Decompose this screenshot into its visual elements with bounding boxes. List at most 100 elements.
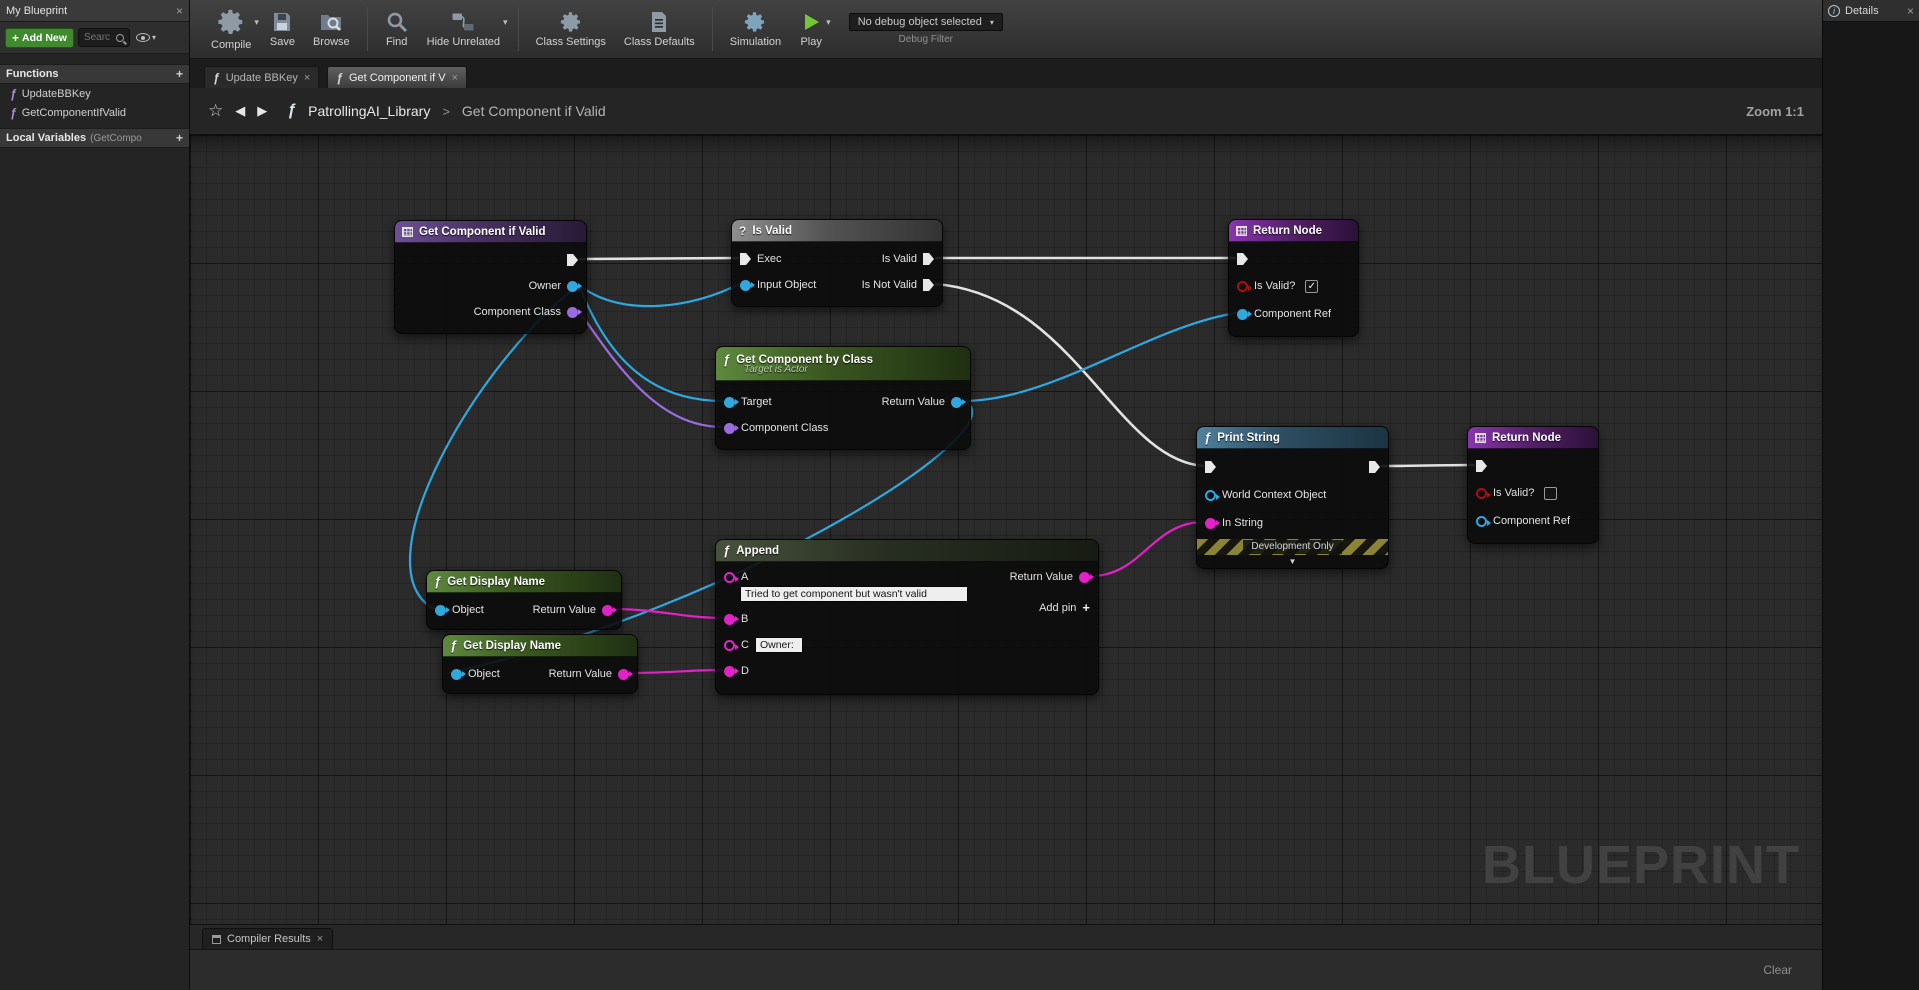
breadcrumb-page[interactable]: Get Component if Valid bbox=[462, 103, 606, 119]
function-item-getcomponentifvalid[interactable]: ƒ GetComponentIfValid bbox=[0, 103, 189, 122]
node-header[interactable]: ƒ Get Display Name bbox=[443, 635, 637, 657]
add-pin-button[interactable]: Add pin + bbox=[1039, 600, 1090, 615]
node-header[interactable]: Return Node bbox=[1468, 427, 1598, 449]
wire-displayname2-to-append-d[interactable] bbox=[629, 668, 724, 675]
target-pin[interactable] bbox=[724, 396, 739, 408]
back-arrow-icon[interactable]: ◀ bbox=[235, 103, 245, 119]
exec-in-pin[interactable] bbox=[1476, 460, 1487, 472]
add-new-button[interactable]: + Add New bbox=[5, 27, 74, 48]
close-icon[interactable]: × bbox=[1907, 4, 1914, 18]
component-ref-pin[interactable] bbox=[1476, 515, 1491, 527]
my-blueprint-tab[interactable]: My Blueprint × bbox=[0, 0, 189, 22]
node-print-string[interactable]: ƒ Print String World Context Object In S… bbox=[1196, 426, 1389, 569]
is-valid-bool-pin[interactable] bbox=[1237, 280, 1252, 292]
return-value-pin[interactable] bbox=[618, 668, 633, 680]
tab-update-bbkey[interactable]: ƒ Update BBKey × bbox=[204, 66, 320, 88]
function-item-updatebbkey[interactable]: ƒ UpdateBBKey bbox=[0, 84, 189, 103]
class-defaults-button[interactable]: Class Defaults bbox=[615, 7, 704, 51]
exec-in-pin[interactable] bbox=[1205, 461, 1216, 473]
wire-exec-printstring-to-return[interactable] bbox=[1380, 463, 1476, 468]
tab-get-component-if-valid[interactable]: ƒ Get Component if V × bbox=[327, 66, 468, 88]
close-icon[interactable]: × bbox=[317, 933, 323, 945]
component-class-pin[interactable] bbox=[567, 306, 582, 318]
compile-options-dropdown-icon[interactable]: ▾ bbox=[254, 17, 259, 28]
simulation-button[interactable]: Simulation bbox=[721, 7, 790, 51]
close-icon[interactable]: × bbox=[304, 72, 310, 84]
search-box[interactable] bbox=[77, 28, 130, 47]
exec-in-pin[interactable] bbox=[740, 253, 751, 265]
node-header[interactable]: Get Component if Valid bbox=[395, 221, 586, 243]
forward-arrow-icon[interactable]: ▶ bbox=[257, 103, 267, 119]
append-c-value-field[interactable] bbox=[754, 637, 803, 653]
hide-unrelated-dropdown-icon[interactable]: ▾ bbox=[503, 17, 508, 28]
pin-label: Return Value bbox=[548, 668, 612, 680]
node-header[interactable]: ƒ Get Component by Class Target is Actor bbox=[716, 347, 970, 381]
pin-a[interactable] bbox=[724, 571, 739, 583]
wire-append-to-instring[interactable] bbox=[1090, 520, 1205, 578]
node-header[interactable]: ƒ Get Display Name bbox=[427, 571, 621, 593]
exec-out-pin[interactable] bbox=[567, 254, 578, 266]
class-settings-button[interactable]: Class Settings bbox=[527, 7, 615, 51]
return-value-pin[interactable] bbox=[1079, 571, 1094, 583]
blueprint-graph-canvas[interactable]: BLUEPRINT Get Component if Valid Owner C… bbox=[190, 135, 1822, 924]
wire-displayname1-to-append-b[interactable] bbox=[613, 607, 724, 620]
play-options-dropdown-icon[interactable]: ▾ bbox=[826, 17, 831, 28]
breadcrumb-library[interactable]: PatrollingAI_Library bbox=[308, 103, 430, 119]
node-append[interactable]: ƒ Append A B C bbox=[715, 539, 1099, 695]
browse-button[interactable]: Browse bbox=[304, 7, 359, 51]
add-local-variable-button[interactable]: + bbox=[176, 131, 183, 145]
input-object-pin[interactable] bbox=[740, 279, 755, 291]
wire-owner-to-inputobject[interactable] bbox=[578, 283, 740, 308]
is-valid-exec-out-pin[interactable] bbox=[923, 253, 934, 265]
object-pin[interactable] bbox=[451, 668, 466, 680]
functions-section-header[interactable]: Functions + bbox=[0, 64, 189, 84]
exec-in-pin[interactable] bbox=[1237, 253, 1248, 265]
is-valid-checkbox-unchecked[interactable] bbox=[1544, 486, 1558, 500]
object-pin[interactable] bbox=[435, 604, 450, 616]
play-button[interactable]: Play bbox=[790, 7, 832, 51]
node-return-bottom[interactable]: Return Node Is Valid? Component Ref bbox=[1467, 426, 1599, 544]
is-not-valid-exec-out-pin[interactable] bbox=[923, 279, 934, 291]
node-header[interactable]: ? Is Valid bbox=[732, 220, 942, 242]
wire-exec-entry-to-isvalid[interactable] bbox=[578, 256, 740, 261]
clear-button[interactable]: Clear bbox=[1763, 963, 1792, 977]
node-get-display-name-1[interactable]: ƒ Get Display Name Object Return Value bbox=[426, 570, 622, 630]
pin-d[interactable] bbox=[724, 665, 739, 677]
is-valid-bool-pin[interactable] bbox=[1476, 487, 1491, 499]
expand-advanced-pins-button[interactable]: ▼ bbox=[1197, 555, 1388, 568]
favorite-star-icon[interactable]: ☆ bbox=[208, 101, 223, 121]
owner-pin[interactable] bbox=[567, 280, 582, 292]
node-return-top[interactable]: Return Node Is Valid? ✓ Component Ref bbox=[1228, 219, 1359, 337]
component-class-pin[interactable] bbox=[724, 422, 739, 434]
add-function-button[interactable]: + bbox=[176, 67, 183, 81]
is-valid-checkbox-checked[interactable]: ✓ bbox=[1305, 279, 1319, 293]
node-is-valid[interactable]: ? Is Valid Exec Is Valid Input Object Is… bbox=[731, 219, 943, 307]
close-icon[interactable]: × bbox=[452, 72, 458, 84]
compile-button[interactable]: Compile bbox=[202, 4, 260, 54]
visibility-filter-button[interactable]: ▾ bbox=[135, 33, 156, 42]
in-string-pin[interactable] bbox=[1205, 517, 1220, 529]
node-header[interactable]: ƒ Print String bbox=[1197, 427, 1388, 449]
node-get-component-by-class[interactable]: ƒ Get Component by Class Target is Actor… bbox=[715, 346, 971, 450]
component-ref-pin[interactable] bbox=[1237, 308, 1252, 320]
world-context-object-pin[interactable] bbox=[1205, 489, 1220, 501]
append-a-value-field[interactable] bbox=[740, 586, 968, 602]
close-icon[interactable]: × bbox=[176, 4, 183, 18]
node-header[interactable]: ƒ Append bbox=[716, 540, 1098, 562]
pin-b[interactable] bbox=[724, 613, 739, 625]
details-panel-header[interactable]: i Details × bbox=[1823, 0, 1919, 22]
find-button[interactable]: Find bbox=[376, 7, 418, 51]
hide-unrelated-button[interactable]: Hide Unrelated bbox=[418, 7, 509, 51]
exec-out-pin[interactable] bbox=[1369, 461, 1380, 473]
local-variables-section-header[interactable]: Local Variables (GetCompo + bbox=[0, 128, 189, 148]
save-button[interactable]: Save bbox=[261, 7, 304, 51]
node-header[interactable]: Return Node bbox=[1229, 220, 1358, 242]
search-input[interactable] bbox=[81, 31, 116, 44]
pin-c[interactable] bbox=[724, 639, 739, 651]
return-value-pin[interactable] bbox=[602, 604, 617, 616]
node-get-component-if-valid-entry[interactable]: Get Component if Valid Owner Component C… bbox=[394, 220, 587, 334]
node-get-display-name-2[interactable]: ƒ Get Display Name Object Return Value bbox=[442, 634, 638, 694]
return-value-pin[interactable] bbox=[951, 396, 966, 408]
debug-object-select[interactable]: No debug object selected ▾ bbox=[848, 13, 1003, 31]
compiler-results-tab[interactable]: Compiler Results × bbox=[202, 928, 334, 949]
